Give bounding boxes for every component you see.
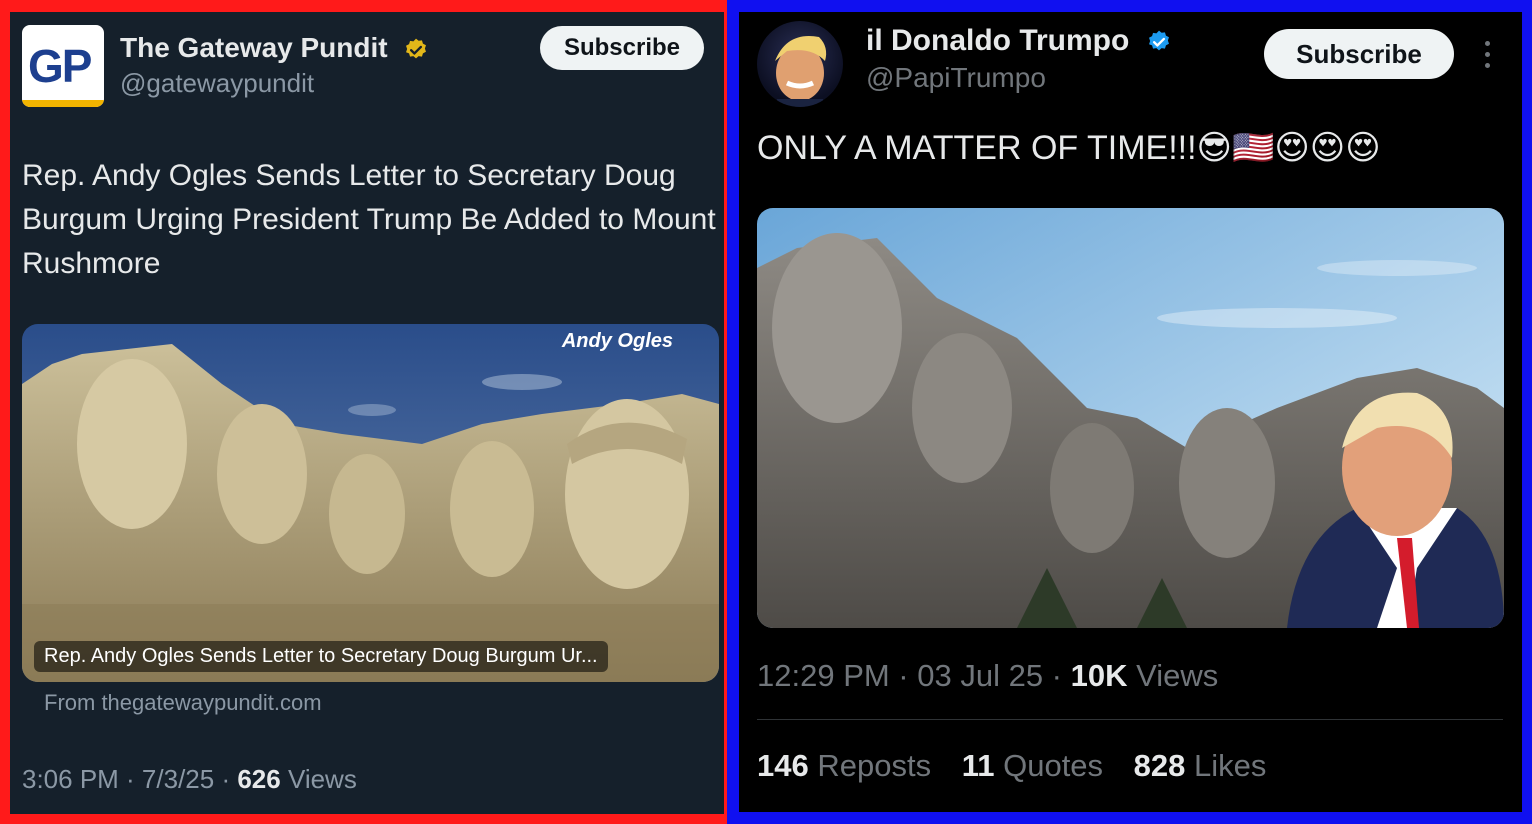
quotes-stat[interactable]: 11 Quotes — [962, 748, 1103, 783]
author-name-text: The Gateway Pundit — [120, 32, 388, 63]
views-count: 626 — [237, 764, 281, 794]
author-handle[interactable]: @gatewaypundit — [120, 68, 314, 99]
papitrumpo-avatar[interactable] — [757, 21, 843, 107]
gateway-pundit-avatar[interactable]: GP — [22, 25, 104, 107]
post-timestamp[interactable]: 3:06 PM · 7/3/25 · — [22, 764, 237, 794]
reposts-label: Reposts — [808, 748, 932, 783]
post-text: Rep. Andy Ogles Sends Letter to Secretar… — [22, 159, 716, 280]
post-meta: 3:06 PM · 7/3/25 · 626 Views — [22, 764, 357, 795]
likes-stat[interactable]: 828 Likes — [1134, 748, 1267, 783]
stats-divider — [757, 719, 1503, 720]
likes-count: 828 — [1133, 748, 1186, 783]
likes-label: Likes — [1185, 748, 1267, 783]
card-source[interactable]: From thegatewaypundit.com — [44, 690, 322, 716]
card-headline: Rep. Andy Ogles Sends Letter to Secretar… — [34, 641, 608, 672]
andy-ogles-watermark: Andy Ogles — [561, 330, 673, 352]
quotes-label: Quotes — [994, 748, 1104, 783]
views-label: Views — [1127, 658, 1219, 693]
views-count: 10K — [1070, 658, 1128, 693]
avatar-logo-bar — [22, 100, 104, 107]
engagement-stats: 146 Reposts 11 Quotes 828 Likes — [757, 748, 1288, 784]
verified-blue-badge-icon — [1148, 30, 1169, 51]
author-name-text: il Donaldo Trumpo — [866, 24, 1130, 57]
subscribe-button[interactable]: Subscribe — [1264, 29, 1454, 79]
author-handle[interactable]: @PapiTrumpo — [866, 62, 1046, 94]
avatar-logo-text: GP — [28, 40, 92, 92]
post-meta: 12:29 PM · 03 Jul 25 · 10K Views — [757, 658, 1218, 694]
post-timestamp[interactable]: 12:29 PM · 03 Jul 25 · — [757, 658, 1071, 693]
quotes-count: 11 — [961, 748, 995, 783]
papitrumpo-post: il Donaldo Trumpo @PapiTrumpo Subscribe … — [739, 12, 1522, 812]
rushmore-with-trump-photo — [757, 208, 1504, 628]
post-image[interactable] — [757, 208, 1504, 628]
avatar-portrait — [775, 36, 827, 107]
post-text: ONLY A MATTER OF TIME!!!😎🇺🇸😍😍😍 — [757, 129, 1381, 167]
verified-gold-badge-icon — [406, 38, 427, 58]
author-name[interactable]: il Donaldo Trumpo — [866, 24, 1172, 58]
link-card-image[interactable]: Andy Ogles Rep. Andy Ogles Sends Letter … — [22, 324, 719, 682]
author-name[interactable]: The Gateway Pundit — [120, 32, 429, 64]
reposts-count: 146 — [757, 748, 809, 783]
more-options-icon[interactable] — [1481, 41, 1493, 71]
reposts-stat[interactable]: 146 Reposts — [757, 748, 931, 783]
rushmore-trump-illustration — [22, 324, 719, 682]
subscribe-button[interactable]: Subscribe — [540, 26, 704, 70]
gateway-pundit-post: GP The Gateway Pundit @gatewaypundit Sub… — [10, 12, 724, 814]
views-label: Views — [280, 764, 357, 794]
